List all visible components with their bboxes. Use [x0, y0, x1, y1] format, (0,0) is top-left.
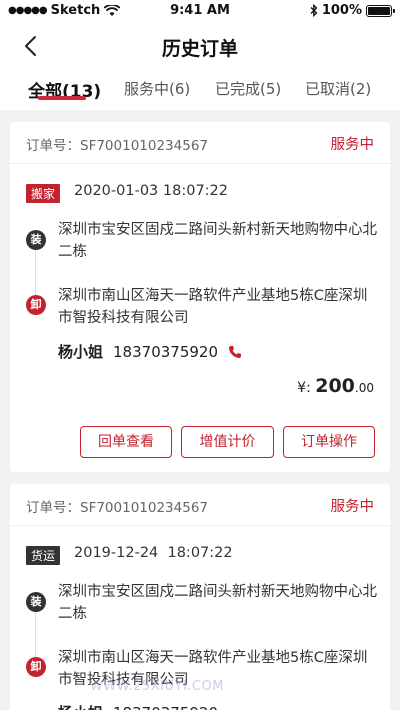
contact-row: 杨小姐 18370375920 — [58, 341, 242, 362]
order-card[interactable]: 订单号：SF7001010234567 服务中 货运 2019-12-24 18… — [10, 484, 390, 710]
order-time: 2019-12-24 18:07:22 — [74, 545, 233, 561]
order-status: 服务中 — [330, 499, 375, 515]
order-number: 订单号：SF7001010234567 — [26, 500, 208, 516]
tab-in-service[interactable]: 服务中(6) — [124, 78, 190, 99]
tab-bar: 全部(13) 服务中(6) 已完成(5) 已取消(2) — [0, 70, 400, 110]
price-integer: 200 — [315, 375, 355, 397]
order-status: 服务中 — [330, 137, 375, 153]
unload-address: 深圳市南山区海天一路软件产业基地5栋C座深圳市智投科技有限公司 — [58, 288, 368, 326]
load-marker: 装 — [26, 592, 46, 612]
view-receipt-button[interactable]: 回单查看 — [80, 426, 172, 458]
order-actions: 回单查看 增值计价 订单操作 — [10, 426, 390, 458]
unload-marker: 卸 — [26, 295, 46, 315]
phone-icon[interactable] — [228, 345, 242, 359]
contact-phone[interactable]: 18370375920 — [113, 343, 218, 361]
contact-phone[interactable]: 18370375920 — [113, 704, 218, 710]
order-card-header: 订单号：SF7001010234567 服务中 — [10, 122, 390, 164]
watermark: WWW.25XIUYI.COM — [90, 679, 224, 694]
page-title: 历史订单 — [161, 38, 238, 60]
value-added-pricing-button[interactable]: 增值计价 — [181, 426, 274, 458]
order-card-header: 订单号：SF7001010234567 服务中 — [10, 484, 390, 526]
tab-completed[interactable]: 已完成(5) — [215, 78, 281, 99]
order-price: ¥: 200.00 — [297, 375, 374, 397]
battery-group: 100% — [310, 3, 395, 18]
order-card[interactable]: 订单号：SF7001010234567 服务中 搬家 2020-01-03 18… — [10, 122, 390, 472]
contact-row: 杨小姐 18370375920 — [58, 702, 218, 710]
order-number: 订单号：SF7001010234567 — [26, 138, 208, 154]
load-marker: 装 — [26, 230, 46, 250]
battery-icon — [366, 4, 395, 17]
load-address: 深圳市宝安区固戍二路间头新村新天地购物中心北二栋 — [58, 584, 377, 622]
status-bar: ●●●●● Sketch 9:41 AM 100% — [0, 0, 400, 22]
order-time: 2020-01-03 18:07:22 — [74, 183, 228, 199]
tab-cancelled[interactable]: 已取消(2) — [305, 78, 371, 99]
order-operations-button[interactable]: 订单操作 — [283, 426, 375, 458]
load-address: 深圳市宝安区固戍二路间头新村新天地购物中心北二栋 — [58, 222, 377, 260]
battery-percent: 100% — [321, 3, 362, 18]
price-decimal: .00 — [354, 381, 374, 395]
price-symbol: ¥: — [297, 380, 311, 396]
contact-name: 杨小姐 — [58, 343, 104, 361]
bluetooth-icon — [310, 4, 318, 17]
contact-name: 杨小姐 — [58, 702, 103, 710]
navigation-bar: 历史订单 — [0, 22, 400, 70]
active-tab-indicator — [38, 96, 86, 100]
unload-marker: 卸 — [26, 657, 46, 677]
order-type-badge: 搬家 — [26, 184, 61, 203]
order-type-badge: 货运 — [26, 546, 61, 565]
